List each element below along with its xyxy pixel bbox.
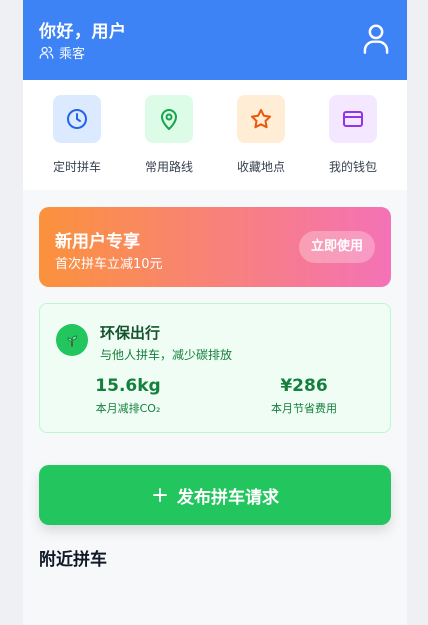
promo-title: 新用户专享 — [55, 232, 140, 252]
co2-stat: 15.6kg 本月减排CO₂ — [40, 376, 216, 416]
header: 你好，用户 乘客 — [23, 0, 407, 80]
greeting-text: 你好，用户 — [39, 22, 127, 42]
role-label: 乘客 — [39, 43, 85, 62]
eco-title: 环保出行 — [100, 324, 161, 342]
quick-action-scheduled[interactable]: 定时拼车 — [31, 95, 123, 175]
quick-action-label: 常用路线 — [144, 160, 193, 174]
users-icon — [39, 46, 54, 59]
publish-carpool-button[interactable]: 发布拼车请求 — [39, 465, 391, 525]
co2-value: 15.6kg — [95, 376, 161, 396]
star-icon — [251, 109, 271, 129]
promo-banner: 新用户专享 首次拼车立减10元 立即使用 — [39, 207, 391, 287]
co2-label: 本月减排CO₂ — [95, 402, 161, 415]
role-text: 乘客 — [59, 47, 86, 62]
eco-subtitle: 与他人拼车，减少碳排放 — [100, 348, 233, 362]
saving-label: 本月节省费用 — [271, 402, 337, 415]
quick-action-label: 收藏地点 — [236, 160, 285, 174]
user-profile-icon[interactable] — [361, 22, 391, 54]
map-pin-icon — [160, 109, 178, 131]
quick-actions: 定时拼车 常用路线 收藏地点 我的钱包 — [23, 80, 407, 190]
leaf-icon — [56, 324, 88, 356]
clock-icon-box — [53, 95, 101, 143]
wallet-icon — [343, 111, 363, 127]
quick-action-wallet[interactable]: 我的钱包 — [307, 95, 399, 175]
promo-subtitle: 首次拼车立减10元 — [55, 257, 163, 272]
saving-stat: ¥286 本月节省费用 — [216, 376, 392, 416]
quick-action-favorites[interactable]: 收藏地点 — [215, 95, 307, 175]
publish-label: 发布拼车请求 — [177, 487, 279, 508]
clock-icon — [67, 109, 87, 129]
use-now-button[interactable]: 立即使用 — [298, 231, 375, 263]
map-pin-icon-box — [145, 95, 193, 143]
saving-value: ¥286 — [280, 376, 328, 396]
plus-icon — [153, 488, 167, 502]
quick-action-label: 我的钱包 — [328, 160, 377, 174]
star-icon-box — [237, 95, 285, 143]
wallet-icon-box — [329, 95, 377, 143]
app-screen: 你好，用户 乘客 定时拼车 常用路线 收藏地点 我的钱包 新用户专享 首次拼车立… — [23, 0, 407, 625]
nearby-carpool-title: 附近拼车 — [39, 550, 107, 570]
eco-card: 环保出行 与他人拼车，减少碳排放 15.6kg 本月减排CO₂ ¥286 本月节… — [39, 303, 391, 433]
quick-action-label: 定时拼车 — [52, 160, 101, 174]
quick-action-routes[interactable]: 常用路线 — [123, 95, 215, 175]
